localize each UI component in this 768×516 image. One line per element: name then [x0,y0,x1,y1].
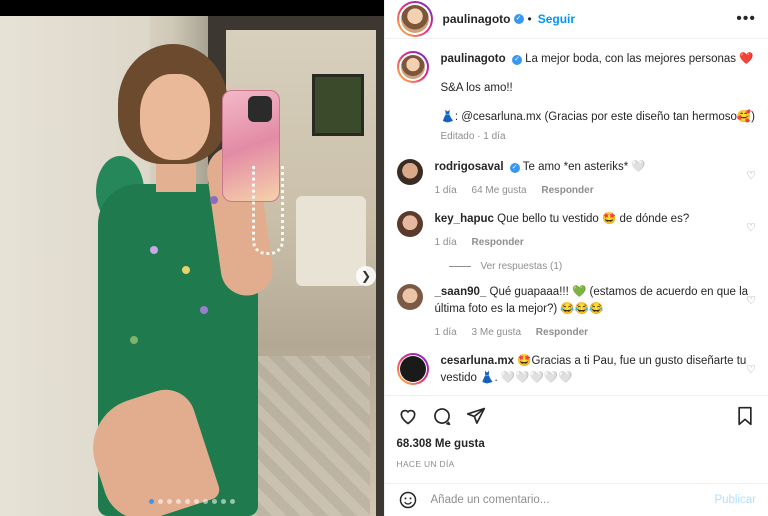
comment-text: Te amo *en asteriks* 🤍 [522,161,646,173]
emoji-icon[interactable] [397,489,419,511]
carousel-dot [157,499,163,504]
next-photo-button[interactable]: ❯ [356,266,376,286]
comment-username[interactable]: _saan90_ [435,286,487,298]
carousel-dot [202,499,208,504]
more-options-icon[interactable]: ••• [736,10,756,28]
post-panel: paulinagoto ✓ • Seguir ••• paulinagoto ✓… [383,0,768,516]
verified-icon: ✓ [511,55,522,65]
share-icon[interactable] [465,405,487,427]
post-actions: 68.308 Me gusta HACE UN DÍA Añade un com… [384,395,768,516]
username[interactable]: paulinagoto [443,12,511,26]
avatar[interactable] [396,284,423,310]
person-face [140,74,210,160]
carousel-dot [175,499,181,504]
publish-button[interactable]: Publicar [714,494,756,506]
carousel-dot [211,499,217,504]
comment-username[interactable]: key_hapuc [435,213,494,225]
reply-button[interactable]: Responder [541,185,593,196]
view-replies-button[interactable]: Ver respuestas (1) [449,261,757,272]
reply-button[interactable]: Responder [536,327,588,338]
avatar[interactable] [396,211,423,237]
comment-item: key_hapuc Que bello tu vestido 🤩 de dónd… [396,211,756,251]
caption-meta: Editado · 1 día [440,131,506,142]
follow-button[interactable]: Seguir [538,12,575,26]
carousel-dot [193,499,199,504]
carousel-dot [166,499,172,504]
comment-time: 1 día [434,237,457,248]
carousel-dot [148,499,154,504]
comment-time: 1 día [434,185,457,196]
caption-line1: La mejor boda, con las mejores personas … [525,53,754,65]
comment-icon[interactable] [431,405,453,427]
post-modal: ❯ paulinagoto ✓ • Seguir ••• paulinagoto… [0,0,768,516]
comment-item: _saan90_ Qué guapaaa!!! 💚 (estamos de ac… [396,284,756,341]
comment-likes[interactable]: 64 Me gusta [472,185,527,196]
comment-item: cesarluna.mx 🤩Gracias a ti Pau, fue un g… [396,353,756,387]
carousel-dot [184,499,190,504]
caption-line3: 👗: @cesarluna.mx (Gracias por este diseñ… [440,111,756,123]
heart-icon[interactable]: ♡ [746,294,756,307]
post-header: paulinagoto ✓ • Seguir ••• [384,0,768,39]
comment-text: Que bello tu vestido 🤩 de dónde es? [497,213,690,225]
avatar[interactable] [400,5,429,33]
reply-button[interactable]: Responder [472,237,524,248]
comment-username[interactable]: cesarluna.mx [441,355,515,367]
carousel-dot [229,499,235,504]
comment-input[interactable]: Añade un comentario... [431,494,550,506]
add-comment-bar: Añade un comentario... Publicar [384,483,768,516]
comment-item: rodrigosaval ✓ Te amo *en asteriks* 🤍 1 … [396,159,756,199]
comment-likes[interactable]: 3 Me gusta [472,327,521,338]
likes-count[interactable]: 68.308 Me gusta [385,438,768,450]
heart-icon[interactable]: ♡ [746,169,756,182]
avatar[interactable] [396,159,423,185]
caption-username[interactable]: paulinagoto [441,53,506,65]
post-time: HACE UN DÍA [396,459,455,469]
heart-icon[interactable]: ♡ [746,221,756,234]
verified-icon: ✓ [513,14,524,24]
caption-line2: S&A los amo!! [440,82,513,94]
comment-username[interactable]: rodrigosaval [435,161,504,173]
comments-list: paulinagoto ✓ La mejor boda, con las mej… [385,39,768,395]
caption: paulinagoto ✓ La mejor boda, con las mej… [396,51,757,145]
chevron-right-icon: ❯ [360,269,372,283]
heart-icon[interactable] [397,405,419,427]
verified-icon: ✓ [509,163,520,173]
carousel-dots [0,499,384,504]
carousel-dot [220,499,226,504]
post-photo[interactable]: ❯ [0,16,384,516]
comment-time: 1 día [434,327,457,338]
avatar[interactable] [399,356,426,382]
heart-icon[interactable]: ♡ [746,363,756,376]
bookmark-icon[interactable] [734,405,756,427]
avatar[interactable] [400,55,425,79]
